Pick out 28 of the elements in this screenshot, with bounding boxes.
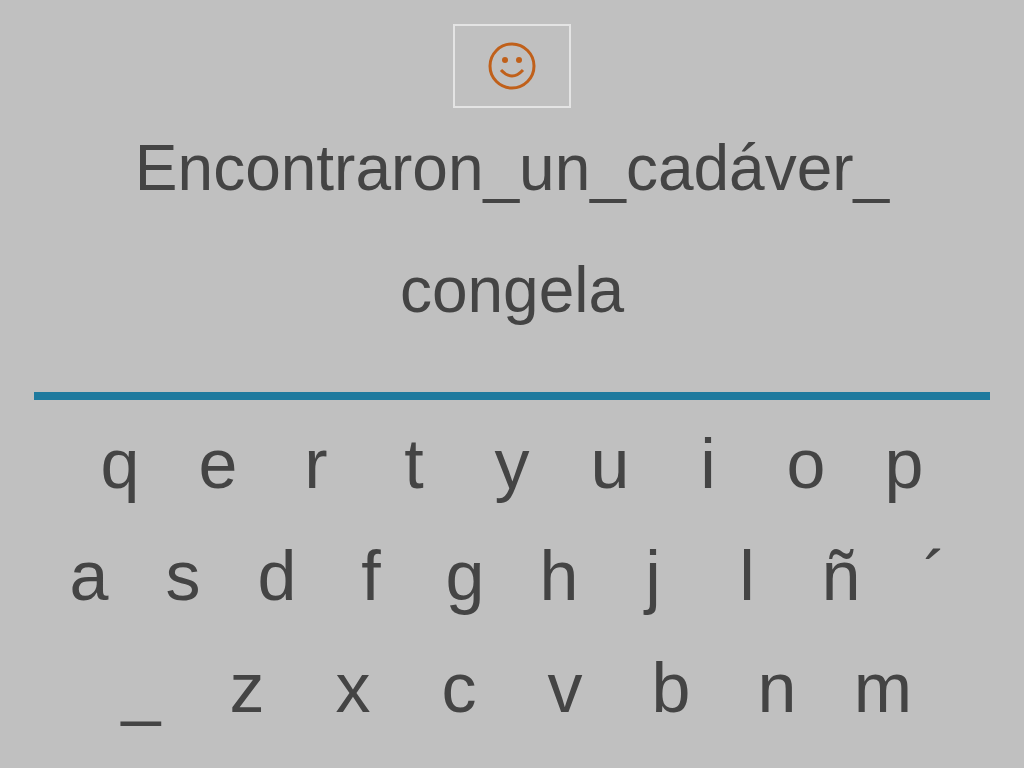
letter-key[interactable]: r [267, 426, 365, 502]
letter-key[interactable]: f [324, 538, 418, 614]
letter-key[interactable]: h [512, 538, 606, 614]
letter-key[interactable]: z [194, 650, 300, 726]
letter-key[interactable]: ñ [794, 538, 888, 614]
letter-key[interactable]: ´ [888, 538, 982, 614]
letter-key[interactable]: p [855, 426, 953, 502]
smiley-icon [487, 41, 537, 91]
letter-key[interactable]: s [136, 538, 230, 614]
letter-key[interactable]: a [42, 538, 136, 614]
letter-key[interactable]: m [830, 650, 936, 726]
letter-key[interactable]: x [300, 650, 406, 726]
letter-key[interactable]: d [230, 538, 324, 614]
letter-key[interactable]: i [659, 426, 757, 502]
letter-key[interactable]: _ [88, 650, 194, 726]
letter-key[interactable]: u [561, 426, 659, 502]
letter-key[interactable]: n [724, 650, 830, 726]
letter-key[interactable]: l [700, 538, 794, 614]
letter-key[interactable]: t [365, 426, 463, 502]
letter-key[interactable]: y [463, 426, 561, 502]
letter-key[interactable]: q [71, 426, 169, 502]
letter-key[interactable]: o [757, 426, 855, 502]
letter-key[interactable]: b [618, 650, 724, 726]
letter-key[interactable]: e [169, 426, 267, 502]
letter-key[interactable]: v [512, 650, 618, 726]
letter-key[interactable]: j [606, 538, 700, 614]
letter-key[interactable]: c [406, 650, 512, 726]
letter-key[interactable]: g [418, 538, 512, 614]
